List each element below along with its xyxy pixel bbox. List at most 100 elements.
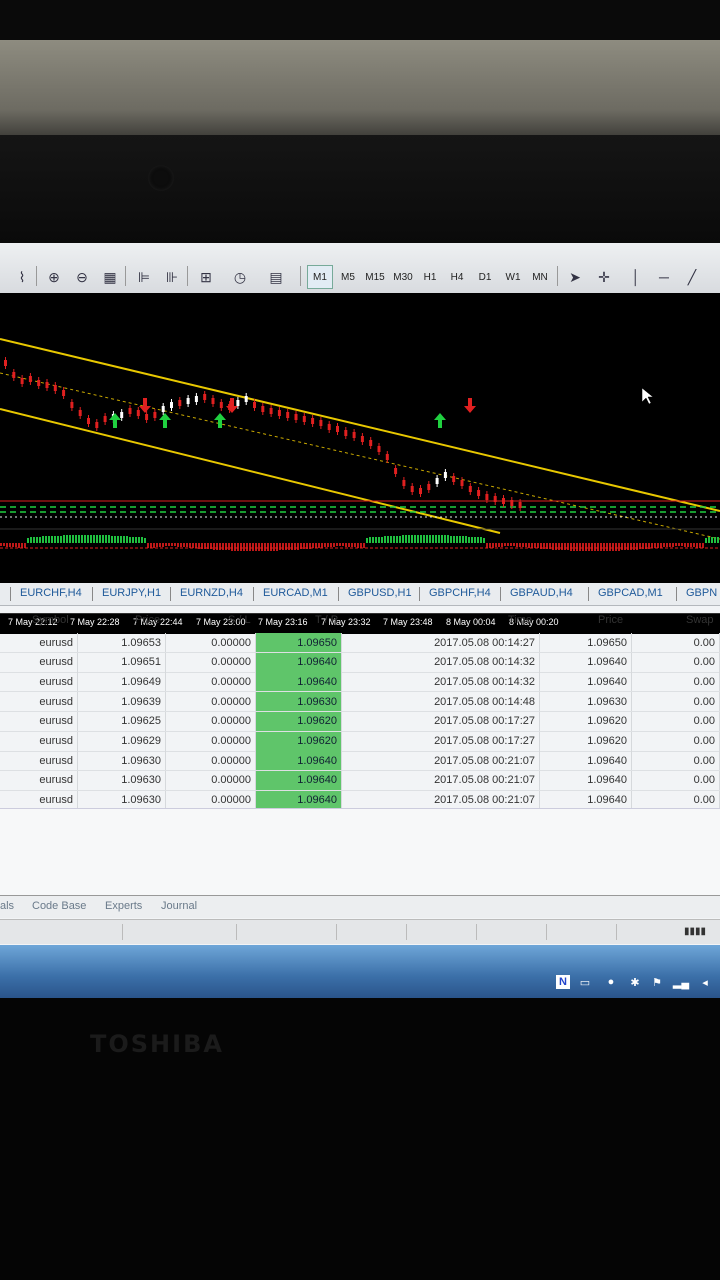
histogram-bar xyxy=(264,543,266,551)
indicator-icon[interactable]: ⌇ xyxy=(10,265,34,289)
candle-body xyxy=(45,382,49,388)
tab-eurchf-h4[interactable]: EURCHF,H4 xyxy=(20,587,82,599)
histogram-bar xyxy=(108,535,110,543)
histogram-bar xyxy=(399,536,401,543)
table-row[interactable]: eurusd 1.09651 0.00000 1.09640 2017.05.08 00… xyxy=(0,652,720,673)
timeframe-m15[interactable]: M15 xyxy=(362,265,388,289)
vertical-line-icon[interactable]: │ xyxy=(624,265,648,289)
candle-body xyxy=(277,410,281,416)
horizontal-line-icon[interactable]: ─ xyxy=(652,265,676,289)
histogram-bar xyxy=(438,535,440,543)
tab-gbpn[interactable]: GBPN xyxy=(686,587,717,599)
histogram-bar xyxy=(408,535,410,543)
grid-icon[interactable]: ▦ xyxy=(98,265,122,289)
autoscroll-icon[interactable]: ⊫ xyxy=(132,265,156,289)
table-row[interactable]: eurusd 1.09629 0.00000 1.09620 2017.05.08 00… xyxy=(0,731,720,752)
table-row[interactable]: eurusd 1.09630 0.00000 1.09640 2017.05.08 00… xyxy=(0,751,720,772)
table-row[interactable]: eurusd 1.09625 0.00000 1.09620 2017.05.08 00… xyxy=(0,711,720,732)
table-row[interactable]: eurusd 1.09653 0.00000 1.09650 2017.05.08 00… xyxy=(0,633,720,653)
timeframe-h1[interactable]: H1 xyxy=(417,265,443,289)
histogram-bar xyxy=(147,543,149,548)
tab-code-base[interactable]: Code Base xyxy=(32,900,86,912)
header-sl[interactable]: S / L xyxy=(228,607,251,633)
histogram-bar xyxy=(63,535,65,543)
candle-body xyxy=(78,410,82,416)
zoom-out-icon[interactable]: ⊖ xyxy=(70,265,94,289)
network-tray-icon[interactable]: ● xyxy=(604,975,618,989)
periods-icon[interactable]: ◷ xyxy=(228,265,252,289)
cell-time: 2017.05.08 00:14:27 xyxy=(342,633,540,652)
timeframe-d1[interactable]: D1 xyxy=(472,265,498,289)
clipboard-tray-icon[interactable]: ▭ xyxy=(578,975,592,989)
tab-gbpchf-h4[interactable]: GBPCHF,H4 xyxy=(429,587,491,599)
tab-gbpusd-h1[interactable]: GBPUSD,H1 xyxy=(348,587,412,599)
table-row[interactable]: eurusd 1.09630 0.00000 1.09640 2017.05.08 00… xyxy=(0,770,720,791)
cell-symbol: eurusd xyxy=(0,731,78,751)
cursor-icon[interactable]: ➤ xyxy=(563,265,587,289)
histogram-bar xyxy=(156,543,158,547)
add-indicator-icon[interactable]: ⊞ xyxy=(194,265,218,289)
tab-gbpcad-m1[interactable]: GBPCAD,M1 xyxy=(598,587,663,599)
histogram-bar xyxy=(267,543,269,551)
histogram-bar xyxy=(42,536,44,543)
wifi-tray-icon[interactable]: ▂▄ xyxy=(673,975,689,989)
mouse-cursor-icon xyxy=(641,387,654,405)
timeframe-w1[interactable]: W1 xyxy=(500,265,526,289)
trendline-icon[interactable]: ╱ xyxy=(680,265,704,289)
tab-journal[interactable]: Journal xyxy=(161,900,197,912)
header-tp[interactable]: T / P xyxy=(315,607,338,633)
table-row[interactable]: eurusd 1.09649 0.00000 1.09640 2017.05.08 00… xyxy=(0,672,720,693)
price-chart[interactable]: 7 May 22:12 7 May 22:28 7 May 22:44 7 Ma… xyxy=(0,293,720,634)
chart-shift-icon[interactable]: ⊪ xyxy=(160,265,184,289)
histogram-bar xyxy=(516,543,518,547)
histogram-bar xyxy=(495,543,497,547)
header-price2[interactable]: Price xyxy=(598,607,623,633)
histogram-bar xyxy=(57,536,59,543)
crosshair-icon[interactable]: ✛ xyxy=(592,265,616,289)
candle-body xyxy=(435,478,439,484)
histogram-bar xyxy=(39,537,41,543)
tab-eurcad-m1[interactable]: EURCAD,M1 xyxy=(263,587,328,599)
channel-lower-line[interactable] xyxy=(0,408,501,534)
header-symbol[interactable]: Symbol xyxy=(32,607,69,633)
header-time[interactable]: Time xyxy=(508,607,532,633)
header-swap[interactable]: Swap xyxy=(686,607,714,633)
cell-symbol: eurusd xyxy=(0,692,78,712)
tab-signals[interactable]: als xyxy=(0,900,14,912)
flag-tray-icon[interactable]: ⚑ xyxy=(650,975,664,989)
histogram-bar xyxy=(600,543,602,551)
zoom-in-icon[interactable]: ⊕ xyxy=(42,265,66,289)
timeframe-mn[interactable]: MN xyxy=(527,265,553,289)
header-price[interactable]: Price xyxy=(135,607,160,633)
tab-eurnzd-h4[interactable]: EURNZD,H4 xyxy=(180,587,243,599)
cell-price2: 1.09620 xyxy=(540,731,632,751)
table-row[interactable]: eurusd 1.09639 0.00000 1.09630 2017.05.08 00… xyxy=(0,692,720,713)
tab-experts[interactable]: Experts xyxy=(105,900,142,912)
volume-tray-icon[interactable]: ◂ xyxy=(698,975,712,989)
cell-time: 2017.05.08 00:14:32 xyxy=(342,652,540,672)
onenote-tray-icon[interactable]: N xyxy=(556,975,570,989)
histogram-bar xyxy=(228,543,230,550)
status-divider xyxy=(122,924,123,940)
timeframe-h4[interactable]: H4 xyxy=(444,265,470,289)
channel-upper-line[interactable] xyxy=(0,338,720,512)
timeframe-m30[interactable]: M30 xyxy=(390,265,416,289)
laptop-bezel xyxy=(0,135,720,245)
templates-icon[interactable]: ▤ xyxy=(264,265,288,289)
candle-body xyxy=(95,422,99,428)
histogram-bar xyxy=(312,543,314,548)
candle-body xyxy=(12,372,16,378)
tab-eurjpy-h1[interactable]: EURJPY,H1 xyxy=(102,587,161,599)
toolbar-separator xyxy=(36,266,37,286)
histogram-bar xyxy=(78,535,80,543)
timeframe-m1[interactable]: M1 xyxy=(307,265,333,289)
status-bar: ▮▮▮▮ xyxy=(0,919,720,944)
bluetooth-tray-icon[interactable]: ✱ xyxy=(628,975,642,989)
tab-gbpaud-h4[interactable]: GBPAUD,H4 xyxy=(510,587,573,599)
histogram-bar xyxy=(621,543,623,550)
histogram-bar xyxy=(183,543,185,547)
histogram-bar xyxy=(351,543,353,547)
histogram-bar xyxy=(258,543,260,551)
histogram-bar xyxy=(255,543,257,551)
timeframe-m5[interactable]: M5 xyxy=(335,265,361,289)
